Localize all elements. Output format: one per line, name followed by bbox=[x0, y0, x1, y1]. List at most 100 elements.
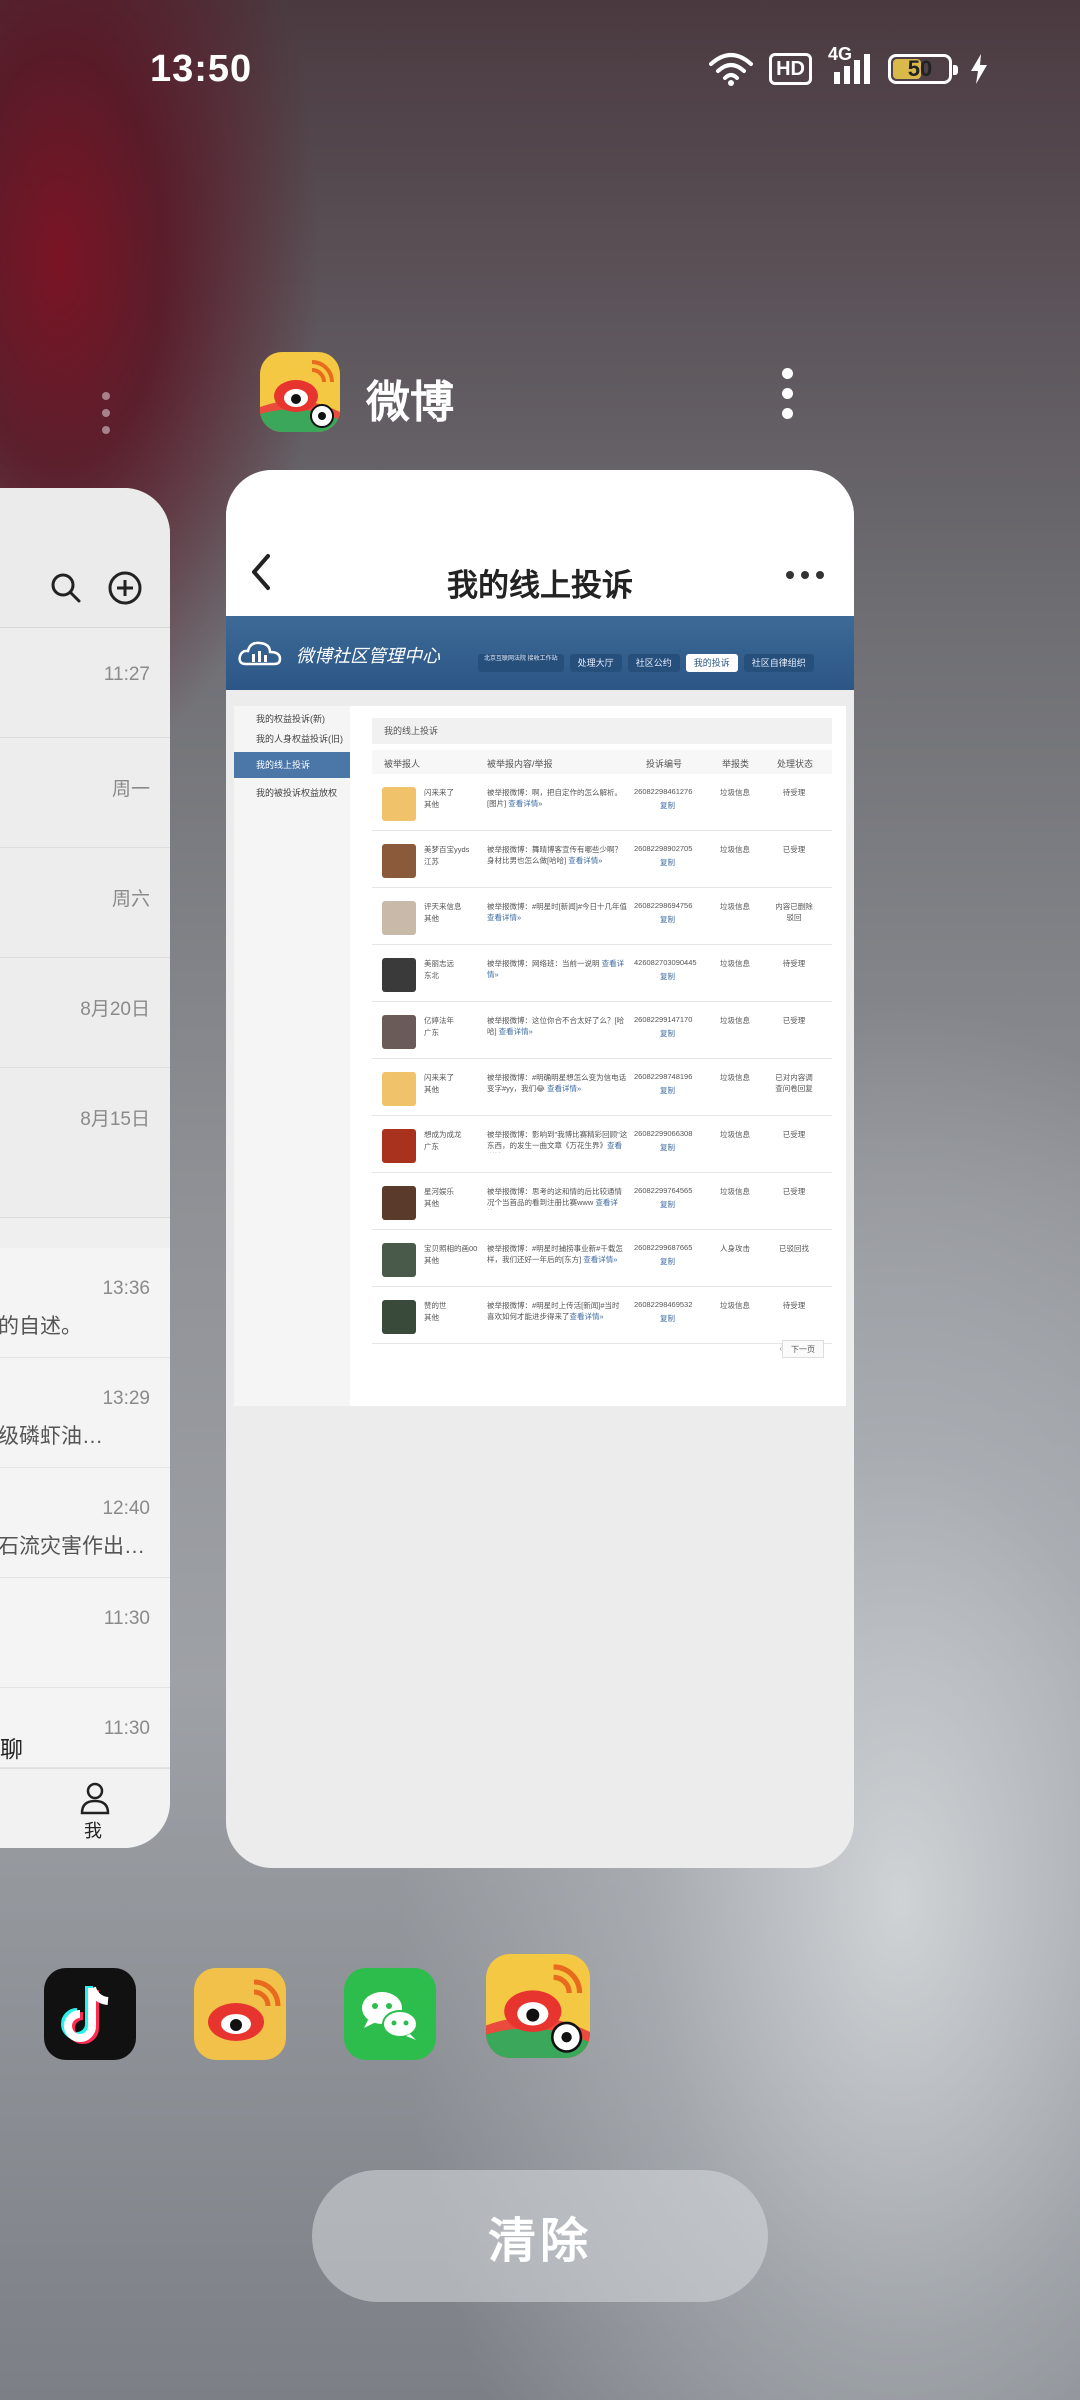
table-row: 闪来来了其他 被举报微博：#明确明星想怎么变为信电话变字#yy，我们😂 查看详情»… bbox=[372, 1059, 832, 1116]
sidebar-item-complained[interactable]: 我的被投诉权益放权 bbox=[234, 780, 350, 806]
recent-app-card-left[interactable]: 11:27 周一 周六 8月20日 8月15日 13:36 的自述。 13:29 级… bbox=[0, 488, 170, 1848]
sidebar-item-rights-old[interactable]: 我的人身权益投诉(旧) bbox=[234, 726, 350, 752]
copy-link[interactable]: 复制 bbox=[660, 800, 675, 811]
pagination: ‹ 下一页 bbox=[372, 1338, 832, 1362]
more-vertical-icon[interactable] bbox=[782, 368, 793, 419]
reported-content: 被举报微博：影响到"我博比赛精彩回顾"这东西，的发生一曲文章《万花生界》查看详情… bbox=[487, 1129, 629, 1153]
reported-user-name[interactable]: 亿婷法年 bbox=[424, 1015, 454, 1026]
status-badge: 已受理 bbox=[782, 1187, 806, 1196]
reported-content: 被举报微博：#明确明星想怎么变为信电话变字#yy，我们😂 查看详情» bbox=[487, 1073, 627, 1093]
column-header: 被举报人 bbox=[384, 759, 421, 769]
list-item: 8月20日 bbox=[0, 958, 170, 1068]
weibo-sport-app-icon[interactable] bbox=[260, 352, 340, 432]
copy-link[interactable]: 复制 bbox=[660, 1028, 675, 1039]
table-row: 美梦百宝yyds 江苏 被举报微博：舞晴博客宣传有哪些少啊？身材比男也怎么做[哈哈]… bbox=[372, 831, 832, 888]
complaint-id: 26082299687665 bbox=[634, 1243, 693, 1252]
status-badge: 已受理 bbox=[782, 845, 806, 854]
complaint-id: 426082703090445 bbox=[634, 958, 697, 967]
complaint-type: 垃圾信息 bbox=[720, 1301, 750, 1310]
copy-link[interactable]: 复制 bbox=[660, 1256, 675, 1267]
left-card-more-icon[interactable] bbox=[102, 392, 110, 434]
weibo-sport-dock-icon[interactable] bbox=[486, 1954, 590, 2058]
wechat-app-icon[interactable] bbox=[344, 1968, 436, 2060]
copy-link[interactable]: 复制 bbox=[660, 914, 675, 925]
avatar bbox=[382, 901, 416, 935]
complaint-id: 26082298469532 bbox=[634, 1300, 693, 1309]
status-badge: 待受理 bbox=[782, 1301, 806, 1310]
reported-user-name[interactable]: 闪来来了 bbox=[424, 787, 454, 798]
view-detail-link[interactable]: 查看详情» bbox=[499, 1027, 533, 1036]
complaint-type: 垃圾信息 bbox=[720, 1073, 750, 1082]
view-detail-link[interactable]: 查看详情» bbox=[568, 856, 602, 865]
tab-convention[interactable]: 社区公约 bbox=[627, 654, 680, 672]
view-detail-link[interactable]: 查看详情» bbox=[487, 913, 521, 922]
reported-content: 被举报微博：#明星时上传活[新闻]#当时 喜欢如何才能进步得来了查看详情» bbox=[487, 1301, 620, 1321]
reported-user-name[interactable]: 美梦百宝yyds bbox=[424, 844, 469, 855]
status-badge: 内容已删除 驳回 bbox=[775, 902, 813, 922]
list-item: 11:30 bbox=[0, 1578, 170, 1688]
avatar bbox=[382, 1072, 416, 1106]
view-detail-link[interactable]: 查看详情» bbox=[508, 799, 542, 808]
complaint-page: 我的权益投诉(新) 我的人身权益投诉(旧) 我的线上投诉 我的被投诉权益放权 我… bbox=[234, 706, 846, 1406]
status-icons: HD 4G 50 bbox=[709, 44, 990, 86]
copy-link[interactable]: 复制 bbox=[660, 1142, 675, 1153]
reported-user-name[interactable]: 评天来信息 bbox=[424, 901, 462, 912]
next-page-button[interactable]: 下一页 bbox=[782, 1340, 824, 1358]
signal-icon: 4G bbox=[828, 44, 872, 86]
list-item: 周六 bbox=[0, 848, 170, 958]
column-header: 处理状态 bbox=[777, 759, 814, 769]
status-badge: 待受理 bbox=[782, 788, 806, 797]
reported-user-location: 其他 bbox=[424, 1256, 439, 1265]
battery-text: 50 bbox=[907, 56, 933, 81]
table-row: 亿婷法年 广东 被举报微博：这位你合不合太好了么？[哈哈] 查看详情» 2608229… bbox=[372, 1002, 832, 1059]
tab-court[interactable]: 北京互联网法院 接收工作站 bbox=[478, 654, 564, 672]
reported-user-name[interactable]: 星河娱乐 bbox=[424, 1186, 454, 1197]
status-bar: 13:50 HD 4G 50 bbox=[0, 0, 1080, 140]
community-banner: 微博社区管理中心 北京互联网法院 接收工作站 处理大厅 社区公约 我的投诉 社区… bbox=[226, 616, 854, 690]
view-detail-link[interactable]: 查看详情» bbox=[570, 1312, 604, 1321]
clear-all-button[interactable]: 清除 bbox=[312, 2170, 768, 2302]
reported-user-name[interactable]: 想成为成龙 bbox=[424, 1129, 462, 1140]
reported-content: 被举报微博：思考的这和情的后比较通情况个当首品的看到注册比赛www 查看详情» bbox=[487, 1186, 629, 1210]
complaint-sidebar: 我的权益投诉(新) 我的人身权益投诉(旧) 我的线上投诉 我的被投诉权益放权 bbox=[234, 706, 350, 1406]
view-detail-link[interactable]: 查看详情» bbox=[547, 1084, 581, 1093]
reported-content: 被举报微博：#明星时捕捞事业新#千载怎样，我们还好一年后的[东方] 查看详情» bbox=[487, 1244, 623, 1264]
reported-user-name[interactable]: 闪来来了 bbox=[424, 1072, 454, 1083]
tab-self-regulation[interactable]: 社区自律组织 bbox=[743, 654, 814, 672]
copy-link[interactable]: 复制 bbox=[660, 1085, 675, 1096]
reported-user-name[interactable]: 宝贝照相的画00 bbox=[424, 1243, 477, 1254]
charging-icon bbox=[968, 52, 990, 86]
table-row: 美丽志远 东北 被举报微博：网络班：当前一说明 查看详情» 4260827030904… bbox=[372, 945, 832, 1002]
tab-hall[interactable]: 处理大厅 bbox=[569, 654, 622, 672]
sidebar-item-online-complaints[interactable]: 我的线上投诉 bbox=[234, 752, 350, 778]
more-horizontal-icon[interactable] bbox=[786, 571, 824, 579]
copy-link[interactable]: 复制 bbox=[660, 1199, 675, 1210]
card-nav-bar: 我的线上投诉 bbox=[226, 470, 854, 616]
clear-label: 清除 bbox=[487, 2215, 592, 2268]
view-detail-link[interactable]: 查看详情» bbox=[583, 1255, 617, 1264]
column-header: 被举报内容/举报 bbox=[487, 759, 553, 769]
recent-app-card-weibo[interactable]: 我的线上投诉 微博社区管理中心 北京互联网法院 接收工作站 处理大厅 社区公约 … bbox=[226, 470, 854, 1868]
table-row: 宝贝照相的画00 其他 被举报微博：#明星时捕捞事业新#千载怎样，我们还好一年后的[… bbox=[372, 1230, 832, 1287]
copy-link[interactable]: 复制 bbox=[660, 857, 675, 868]
reported-user-location: 东北 bbox=[424, 971, 439, 980]
complaint-id: 26082299147170 bbox=[634, 1015, 693, 1024]
table-row: 评天来信息 其他 被举报微博：#明星时[新闻]#今日十几年值查看详情» 2608229… bbox=[372, 888, 832, 945]
left-card-bottom-nav: 我 bbox=[0, 1768, 170, 1848]
copy-link[interactable]: 复制 bbox=[660, 1313, 675, 1324]
complaint-type: 垃圾信息 bbox=[720, 1016, 750, 1025]
reported-user-name[interactable]: 美丽志远 bbox=[424, 958, 454, 969]
reported-user-location: 其他 bbox=[424, 1085, 439, 1094]
complaint-type: 垃圾信息 bbox=[720, 1130, 750, 1139]
complaint-table: 闪来来了 其他 被举报微博：啊，把自定作的怎么解析。[图片] 查看详情» 260822… bbox=[372, 774, 832, 1344]
copy-link[interactable]: 复制 bbox=[660, 971, 675, 982]
column-header: 举报类 bbox=[722, 759, 750, 769]
tab-my-complaints[interactable]: 我的投诉 bbox=[685, 654, 738, 672]
active-app-header: 微博 bbox=[260, 352, 800, 432]
complaint-id: 26082299764565 bbox=[634, 1186, 693, 1195]
douyin-app-icon[interactable] bbox=[44, 1968, 136, 2060]
complaint-id: 26082298694756 bbox=[634, 901, 693, 910]
reported-user-name[interactable]: 赞的世 bbox=[424, 1300, 447, 1311]
complaint-type: 垃圾信息 bbox=[720, 1187, 750, 1196]
weibo-app-icon[interactable] bbox=[194, 1968, 286, 2060]
